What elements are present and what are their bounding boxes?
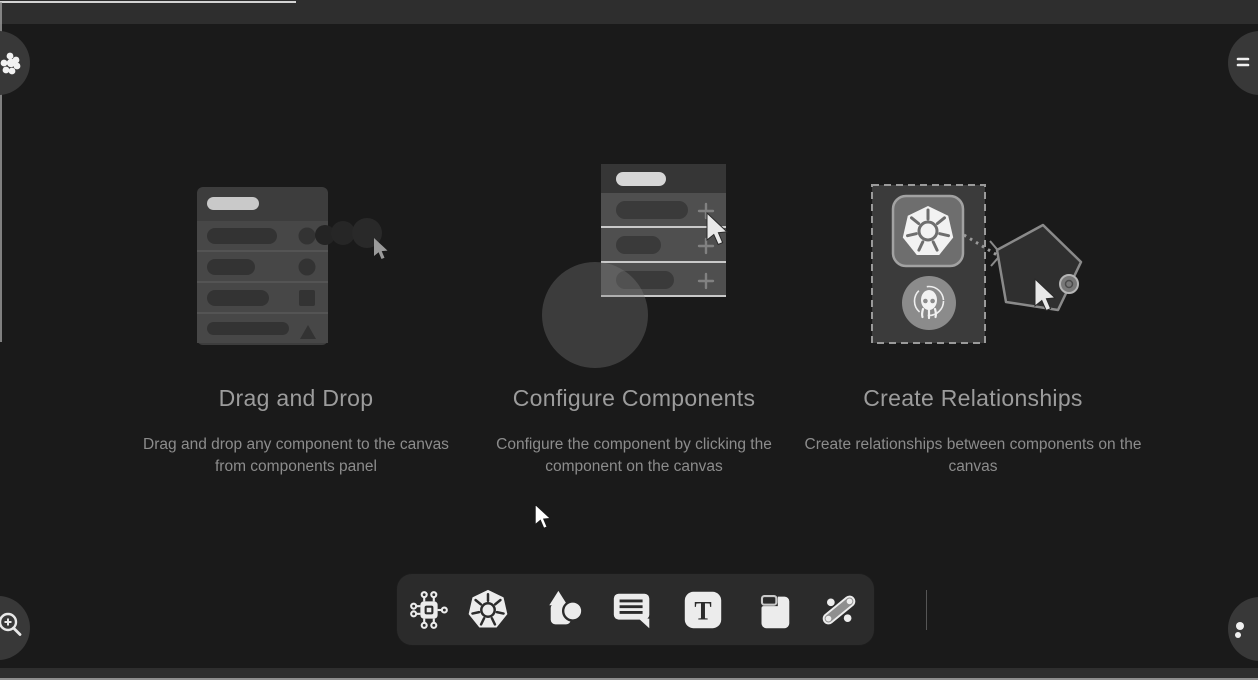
- comment-icon: [610, 587, 656, 633]
- zoom-in-button[interactable]: [0, 596, 30, 660]
- mouse-cursor-icon: [533, 503, 553, 531]
- toolbar-separator: [926, 590, 927, 630]
- components-tool-button[interactable]: [405, 586, 453, 634]
- svg-text:T: T: [694, 597, 711, 626]
- click-ripple: [542, 262, 648, 368]
- note-tool-button[interactable]: [749, 586, 797, 634]
- design-canvas-screen: Drag and Drop Drag and drop any componen…: [0, 0, 1258, 680]
- panel-menu-icon: [1228, 31, 1258, 95]
- kubernetes-tool-button[interactable]: [464, 586, 512, 634]
- onboarding-card-configure: Configure Components Configure the compo…: [464, 385, 804, 478]
- card-description: Configure the component by clicking the …: [464, 434, 804, 478]
- card-title: Create Relationships: [803, 385, 1143, 412]
- onboarding-card-relationships: Create Relationships Create relationship…: [803, 385, 1143, 478]
- kubernetes-icon: [465, 587, 511, 633]
- panel-toggle-left-button[interactable]: [0, 31, 30, 95]
- comment-tool-button[interactable]: [609, 586, 657, 634]
- bottom-status-strip: [0, 668, 1258, 680]
- settings-dot-icon: [1228, 597, 1258, 661]
- progress-line: [0, 1, 296, 3]
- text-tool-icon: T: [680, 587, 726, 633]
- settings-button[interactable]: [1228, 597, 1258, 661]
- canvas-toolbar: T: [396, 573, 875, 646]
- configure-illustration: [540, 155, 745, 370]
- link-tool-button[interactable]: [815, 586, 863, 634]
- card-description: Create relationships between components …: [803, 434, 1143, 478]
- onboarding-card-drag-drop: Drag and Drop Drag and drop any componen…: [126, 385, 466, 478]
- shapes-icon: [544, 587, 590, 633]
- note-icon: [750, 587, 796, 633]
- top-bar: [0, 0, 1258, 24]
- shapes-tool-button[interactable]: [543, 586, 591, 634]
- zoom-in-icon: [0, 596, 30, 660]
- text-tool-button[interactable]: T: [679, 586, 727, 634]
- card-title: Configure Components: [464, 385, 804, 412]
- panel-toggle-right-button[interactable]: [1228, 31, 1258, 95]
- card-description: Drag and drop any component to the canva…: [126, 434, 466, 478]
- relationships-illustration: [860, 175, 1100, 355]
- drag-cursor-icon: [374, 238, 388, 259]
- drag-and-drop-illustration: [190, 180, 395, 355]
- flower-menu-icon: [0, 31, 30, 95]
- link-relationship-icon: [816, 587, 862, 633]
- component-chip-icon: [406, 587, 452, 633]
- card-title: Drag and Drop: [126, 385, 466, 412]
